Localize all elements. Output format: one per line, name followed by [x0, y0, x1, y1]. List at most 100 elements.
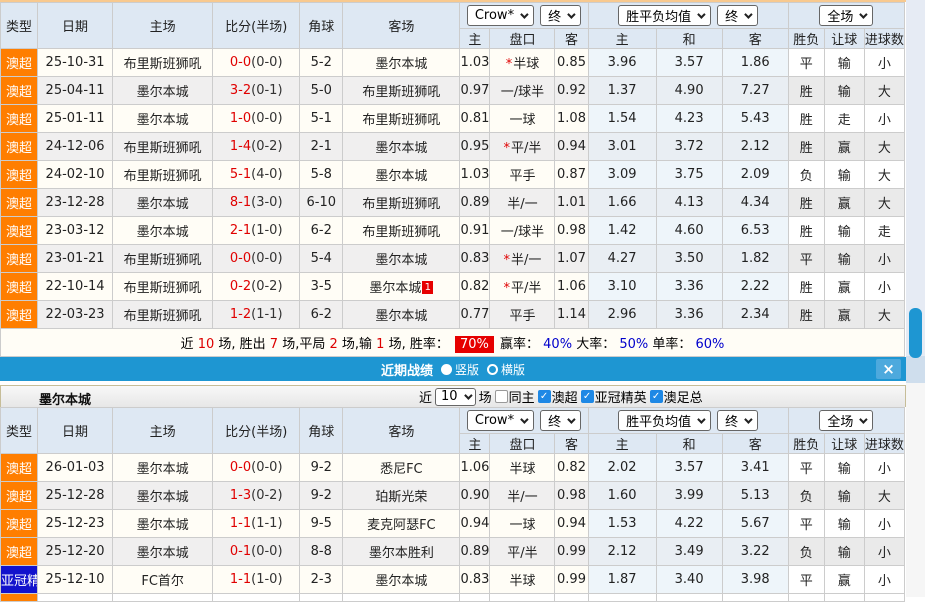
- chevron-down-icon: [860, 10, 868, 18]
- handicap-odds-away: 1.14: [555, 301, 588, 329]
- subcol-wdl: 胜负: [788, 434, 824, 454]
- bookmaker-select[interactable]: Crow*: [467, 410, 534, 431]
- handicap-odds-away: 0.87: [555, 161, 588, 189]
- avg-odds-select[interactable]: 胜平负均值: [618, 410, 711, 431]
- chevron-down-icon: [520, 415, 528, 423]
- result-goals: 大: [864, 301, 904, 329]
- league-filter-cup[interactable]: ✓ 澳足总: [650, 387, 703, 406]
- subcol-ah-away: 客: [555, 29, 588, 49]
- summary-text: 近: [181, 337, 198, 352]
- handicap-odds-home: 0.90: [460, 482, 490, 510]
- avg-draw-odds: 4.23: [656, 105, 722, 133]
- radio-selected-icon: [441, 364, 452, 375]
- match-date: 23-01-21: [38, 245, 113, 273]
- home-team: 布里斯班狮吼: [113, 301, 213, 329]
- scrollbar-track-mid: [906, 356, 925, 383]
- match-date: 23-03-12: [38, 217, 113, 245]
- result-goals: 小: [864, 566, 904, 594]
- corner-score: 5-4: [300, 245, 343, 273]
- subcol-avg-away: 客: [722, 434, 788, 454]
- chevron-down-icon: [464, 391, 472, 399]
- handicap-odds-away: 0.94: [555, 510, 588, 538]
- away-team: 布里斯班狮吼: [343, 77, 460, 105]
- home-team: 墨尔本城: [113, 105, 213, 133]
- handicap-odds-home: 0.83: [460, 245, 490, 273]
- checkbox-unchecked-icon: [495, 390, 508, 403]
- handicap-time-select[interactable]: 终: [540, 410, 581, 431]
- handicap-name: 半球: [490, 454, 555, 482]
- league-badge: 澳超: [1, 105, 38, 133]
- scrollbar-thumb[interactable]: [909, 308, 922, 358]
- handicap-odds-home: 0.81: [460, 105, 490, 133]
- handicap-time-select[interactable]: 终: [540, 5, 581, 26]
- handicap-name: 平手: [490, 301, 555, 329]
- avg-home-odds: 3.09: [588, 161, 656, 189]
- horizontal-layout-radio[interactable]: 横版: [487, 361, 525, 378]
- match-row: 澳超23-01-21布里斯班狮吼0-0(0-0)5-4墨尔本城0.83*半/一1…: [1, 245, 905, 273]
- avg-time-select[interactable]: 终: [717, 5, 758, 26]
- corner-score: 6-10: [300, 189, 343, 217]
- chevron-down-icon: [860, 415, 868, 423]
- handicap-name: *半/一: [490, 245, 555, 273]
- chevron-down-icon: [697, 10, 705, 18]
- score: 1-1(1-1): [213, 510, 300, 538]
- close-button[interactable]: ×: [876, 359, 901, 379]
- result-wdl: 胜: [788, 133, 824, 161]
- avg-draw-odds: 3.36: [656, 301, 722, 329]
- home-team: FC首尔: [113, 566, 213, 594]
- avg-draw-odds: 4.90: [656, 77, 722, 105]
- avg-odds-select[interactable]: 胜平负均值: [618, 5, 711, 26]
- bookmaker-select[interactable]: Crow*: [467, 5, 534, 26]
- match-count-select[interactable]: 10: [435, 388, 476, 406]
- score: 2-1(1-0): [213, 217, 300, 245]
- result-handicap: 赢: [824, 273, 864, 301]
- col-header-home: 主场: [113, 3, 213, 49]
- avg-home-odds: 1.60: [588, 482, 656, 510]
- subcol-ah-result: 让球: [824, 434, 864, 454]
- home-team: 布里斯班狮吼: [113, 161, 213, 189]
- scope-select[interactable]: 全场: [819, 5, 873, 26]
- avg-home-odds: 3.01: [588, 133, 656, 161]
- score: 5-1(4-0): [213, 161, 300, 189]
- col-header-away: 客场: [343, 3, 460, 49]
- league-filter-acl[interactable]: ✓ 亚冠精英: [581, 387, 647, 406]
- home-team: 布里斯班狮吼: [113, 49, 213, 77]
- match-row: 澳超25-12-28墨尔本城1-3(0-2)9-2珀斯光荣0.90半/一0.98…: [1, 482, 905, 510]
- result-handicap: 输: [824, 454, 864, 482]
- col-header-score: 比分(半场): [213, 3, 300, 49]
- league-badge: 澳超: [1, 273, 38, 301]
- score: 3-2(0-1): [213, 77, 300, 105]
- star-marker: *: [504, 281, 511, 296]
- result-handicap: 赢: [824, 301, 864, 329]
- handicap-name: 一/球半: [490, 77, 555, 105]
- h2h-summary: 近 10 场, 胜出 7 场,平局 2 场,输 1 场, 胜率： 70% 赢率：…: [1, 329, 905, 357]
- league-filter-aleague[interactable]: ✓ 澳超: [538, 387, 578, 406]
- matches-label: 场: [479, 387, 492, 406]
- avg-away-odds: 5.13: [722, 482, 788, 510]
- league-badge: 澳超: [1, 538, 38, 566]
- summary-text: 2: [329, 337, 337, 352]
- team-filter-bar: 墨尔本城 近 10 场 同主 ✓ 澳超 ✓ 亚冠精英 ✓: [0, 385, 906, 407]
- result-goals: 小: [864, 49, 904, 77]
- match-row: 澳超25-10-31布里斯班狮吼0-0(0-0)5-2墨尔本城1.03*半球0.…: [1, 49, 905, 77]
- summary-text: 赢率：: [496, 337, 543, 352]
- avg-away-odds: 2.12: [722, 133, 788, 161]
- avg-time-select[interactable]: 终: [717, 410, 758, 431]
- result-goals: 小: [864, 273, 904, 301]
- avg-away-odds: 2.09: [722, 161, 788, 189]
- subcol-handicap: 盘口: [490, 434, 555, 454]
- avg-away-odds: 3.22: [722, 538, 788, 566]
- handicap-odds-home: 0.91: [460, 217, 490, 245]
- col-header-type: 类型: [1, 408, 38, 454]
- result-handicap: 输: [824, 161, 864, 189]
- vertical-layout-radio[interactable]: 竖版: [441, 361, 479, 378]
- empty-cell: [824, 594, 864, 602]
- handicap-name: *平/半: [490, 273, 555, 301]
- scope-select[interactable]: 全场: [819, 410, 873, 431]
- result-goals: 大: [864, 482, 904, 510]
- summary-text: 场,平局: [278, 337, 329, 352]
- avg-away-odds: 7.27: [722, 77, 788, 105]
- scrollbar-track[interactable]: [906, 0, 925, 597]
- league-badge: 澳超: [1, 133, 38, 161]
- same-home-checkbox[interactable]: 同主: [495, 387, 535, 406]
